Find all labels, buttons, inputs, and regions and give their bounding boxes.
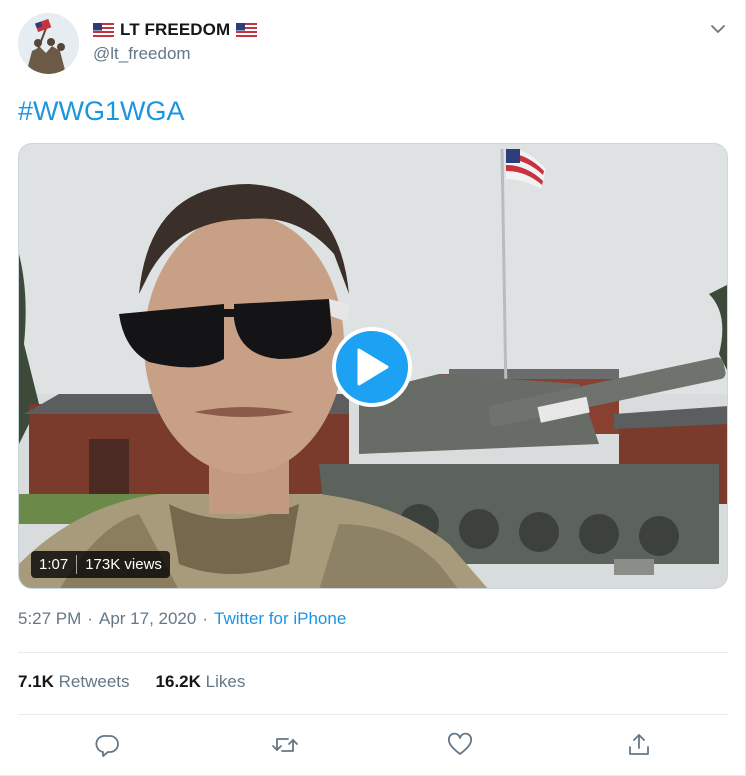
retweets-label: Retweets (58, 672, 130, 691)
play-button[interactable] (332, 327, 412, 407)
engagement-counts: 7.1K Retweets 16.2K Likes (18, 672, 245, 692)
tweet-time[interactable]: 5:27 PM (18, 609, 81, 629)
share-icon (629, 734, 649, 755)
share-button[interactable] (621, 727, 657, 763)
meta-separator: · (202, 609, 209, 628)
retweets-count: 7.1K (18, 672, 54, 691)
tweet-date[interactable]: Apr 17, 2020 (99, 609, 196, 629)
tweet-meta: 5:27 PM · Apr 17, 2020 · Twitter for iPh… (18, 609, 346, 629)
play-icon (357, 348, 389, 386)
author-handle[interactable]: @lt_freedom (93, 44, 191, 64)
author-name-row[interactable]: LT FREEDOM (93, 19, 258, 41)
likes-label: Likes (205, 672, 246, 691)
divider (18, 714, 728, 715)
retweet-icon (272, 738, 298, 752)
retweets-count-link[interactable]: 7.1K Retweets (18, 672, 130, 692)
divider (18, 652, 728, 653)
likes-count-link[interactable]: 16.2K Likes (156, 672, 246, 692)
display-name[interactable]: LT FREEDOM (120, 20, 230, 40)
like-button[interactable] (442, 727, 478, 763)
reply-icon (95, 735, 119, 757)
us-flag-icon (93, 23, 114, 37)
video-duration: 1:07 (39, 556, 69, 573)
tweet-card: LT FREEDOM @lt_freedom #WWG1WGA 1:07 173… (0, 0, 746, 776)
retweet-button[interactable] (267, 727, 303, 763)
likes-count: 16.2K (155, 672, 201, 691)
heart-icon (448, 732, 472, 755)
reply-button[interactable] (90, 727, 126, 763)
video-player[interactable]: 1:07 173K views (18, 143, 728, 589)
tweet-source-link[interactable]: Twitter for iPhone (214, 609, 346, 629)
tweet-hashtag[interactable]: #WWG1WGA (18, 96, 185, 127)
avatar[interactable] (18, 13, 79, 74)
chevron-down-icon[interactable] (707, 18, 729, 40)
avatar-image (18, 13, 79, 74)
action-bar (18, 727, 728, 763)
meta-separator: · (87, 609, 93, 628)
video-views: 173K views (85, 556, 162, 573)
video-stats: 1:07 173K views (31, 551, 170, 578)
us-flag-icon (236, 23, 258, 37)
